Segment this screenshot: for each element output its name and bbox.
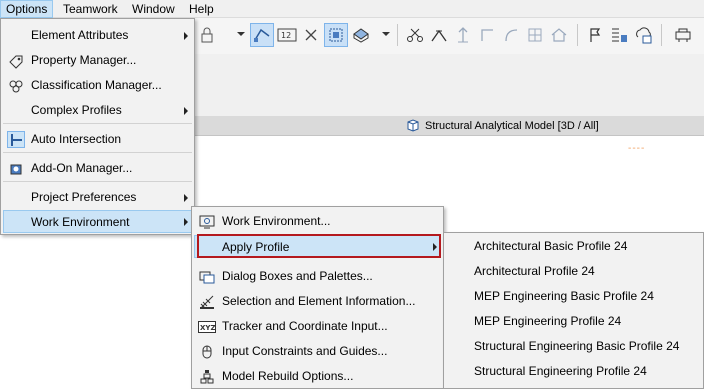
menu-item-model-rebuild[interactable]: Model Rebuild Options...	[194, 365, 441, 388]
menu-window[interactable]: Window	[127, 0, 180, 18]
chevron-down-icon[interactable]	[382, 32, 390, 36]
adjust-icon[interactable]	[427, 23, 451, 47]
auto-intersection-icon	[7, 131, 25, 148]
fillet-icon[interactable]	[475, 23, 499, 47]
menu-item-input-constraints[interactable]: Input Constraints and Guides...	[194, 340, 441, 363]
dimension-icon[interactable]: 12	[275, 23, 299, 47]
menu-item-label: Selection and Element Information...	[222, 294, 416, 308]
menu-item-label: Project Preferences	[31, 190, 137, 204]
menu-item-work-environment-dialog[interactable]: Work Environment...	[194, 210, 441, 233]
menu-item-label: Classification Manager...	[31, 78, 162, 92]
annotation-highlight-box	[197, 234, 441, 258]
menubar: Options Teamwork Window Help	[0, 0, 704, 18]
scissors-icon[interactable]	[403, 23, 427, 47]
submenu-arrow-icon	[184, 194, 188, 202]
suspend-groups-icon[interactable]	[250, 23, 274, 47]
app-window: Options Teamwork Window Help 12 Structur…	[0, 0, 704, 389]
marquee-icon[interactable]	[324, 23, 348, 47]
toolbar-area	[195, 54, 704, 116]
menu-divider	[3, 123, 192, 124]
3d-view-icon[interactable]	[349, 23, 373, 47]
toolbar: 12	[195, 18, 704, 54]
chevron-down-icon[interactable]	[237, 32, 245, 36]
menu-item-label: Auto Intersection	[31, 132, 122, 146]
work-environment-icon	[198, 213, 216, 230]
menu-item-label: Property Manager...	[31, 53, 137, 67]
elevate-icon[interactable]	[451, 23, 475, 47]
submenu-arrow-icon	[184, 218, 188, 226]
tab-3d-window[interactable]: Structural Analytical Model [3D / All]	[425, 118, 599, 134]
menu-item-label: Add-On Manager...	[31, 161, 133, 175]
menu-item-label: Work Environment	[31, 215, 130, 229]
menu-help[interactable]: Help	[184, 0, 219, 18]
roof-icon[interactable]	[547, 23, 571, 47]
cloud-icon[interactable]	[631, 23, 655, 47]
dashed-marker: ----	[628, 143, 646, 154]
menu-divider	[3, 181, 192, 182]
dialog-boxes-icon	[198, 268, 216, 285]
menu-item-work-environment[interactable]: Work Environment	[3, 210, 192, 233]
submenu-arrow-icon	[184, 107, 188, 115]
menu-item-label: MEP Engineering Basic Profile 24	[474, 289, 654, 303]
menu-item-property-manager[interactable]: Property Manager...	[3, 49, 192, 72]
menu-item-mep-basic-profile[interactable]: MEP Engineering Basic Profile 24	[446, 285, 701, 308]
menu-item-architectural-profile[interactable]: Architectural Profile 24	[446, 260, 701, 283]
menu-item-label: Structural Engineering Basic Profile 24	[474, 339, 680, 353]
menu-divider	[3, 152, 192, 153]
menu-item-label: Complex Profiles	[31, 103, 122, 117]
classification-manager-icon	[7, 77, 25, 94]
curve-icon[interactable]	[499, 23, 523, 47]
svg-text:12: 12	[281, 31, 291, 40]
menu-item-label: Work Environment...	[222, 214, 331, 228]
menu-options[interactable]: Options	[0, 0, 54, 18]
menu-item-label: Tracker and Coordinate Input...	[222, 319, 388, 333]
menu-item-addon-manager[interactable]: Add-On Manager...	[3, 157, 192, 180]
menu-item-label: Model Rebuild Options...	[222, 369, 354, 383]
options-menu: Element Attributes Property Manager... C…	[0, 18, 195, 235]
menu-item-structural-profile[interactable]: Structural Engineering Profile 24	[446, 360, 701, 383]
flag-icon[interactable]	[583, 23, 607, 47]
menu-item-label: Dialog Boxes and Palettes...	[222, 269, 373, 283]
toolbar-divider	[577, 24, 578, 46]
addon-manager-icon	[7, 160, 25, 177]
menu-item-architectural-basic-profile[interactable]: Architectural Basic Profile 24	[446, 235, 701, 258]
apply-profile-submenu: Architectural Basic Profile 24 Architect…	[443, 232, 704, 389]
menu-item-element-attributes[interactable]: Element Attributes	[3, 24, 192, 47]
svg-text:XYZ: XYZ	[200, 324, 216, 332]
property-manager-icon	[7, 52, 25, 69]
menu-item-complex-profiles[interactable]: Complex Profiles	[3, 99, 192, 122]
menu-item-dialog-boxes[interactable]: Dialog Boxes and Palettes...	[194, 265, 441, 288]
toolbar-divider	[397, 24, 398, 46]
menu-item-selection-info[interactable]: Selection and Element Information...	[194, 290, 441, 313]
menu-item-label: Element Attributes	[31, 28, 129, 42]
menu-item-label: Input Constraints and Guides...	[222, 344, 388, 358]
3d-window-icon	[407, 119, 419, 132]
menu-item-classification-manager[interactable]: Classification Manager...	[3, 74, 192, 97]
menu-item-label: Structural Engineering Profile 24	[474, 364, 647, 378]
selection-info-icon	[198, 293, 216, 310]
menu-item-label: Architectural Basic Profile 24	[474, 239, 628, 253]
print-icon[interactable]	[671, 23, 695, 47]
menu-item-project-preferences[interactable]: Project Preferences	[3, 186, 192, 209]
menu-item-tracker[interactable]: XYZ Tracker and Coordinate Input...	[194, 315, 441, 338]
menu-item-mep-profile[interactable]: MEP Engineering Profile 24	[446, 310, 701, 333]
menu-item-structural-basic-profile[interactable]: Structural Engineering Basic Profile 24	[446, 335, 701, 358]
menu-item-label: Architectural Profile 24	[474, 264, 595, 278]
toolbar-divider	[661, 24, 662, 46]
menu-item-auto-intersection[interactable]: Auto Intersection	[3, 128, 192, 151]
model-rebuild-icon	[198, 368, 216, 385]
tracker-icon: XYZ	[198, 318, 216, 335]
menu-teamwork[interactable]: Teamwork	[58, 0, 123, 18]
input-constraints-icon	[198, 343, 216, 360]
submenu-arrow-icon	[184, 32, 188, 40]
cross-select-icon[interactable]	[299, 23, 323, 47]
menu-item-label: MEP Engineering Profile 24	[474, 314, 622, 328]
lock-icon[interactable]	[195, 23, 219, 47]
layer-list-icon[interactable]	[607, 23, 631, 47]
split-box-icon[interactable]	[523, 23, 547, 47]
